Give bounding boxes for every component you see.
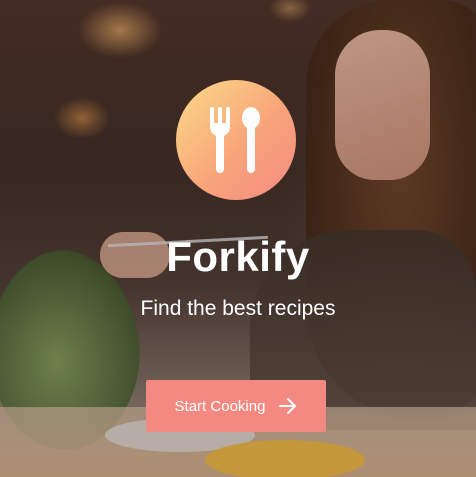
fork-spoon-icon (210, 107, 260, 173)
hero-photo-bowl (205, 440, 365, 477)
start-cooking-label: Start Cooking (174, 397, 266, 415)
app-tagline: Find the best recipes (140, 297, 336, 320)
app-title: Forkify (166, 233, 310, 280)
app-logo (176, 80, 296, 200)
arrow-right-icon (279, 398, 297, 414)
start-cooking-button[interactable]: Start Cooking (146, 380, 326, 432)
hero-photo-hair (306, 0, 476, 420)
hero-photo-face (335, 30, 430, 180)
